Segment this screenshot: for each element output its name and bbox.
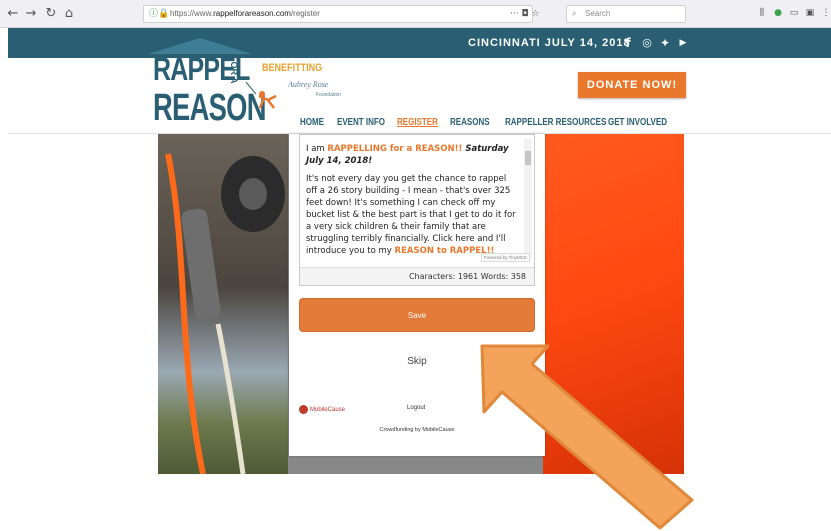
mobilecause-logo[interactable]: MobileCause (299, 404, 345, 416)
intro-text: I am (306, 144, 328, 154)
url-prefix: https://www. (170, 9, 214, 18)
facebook-icon[interactable]: f (621, 36, 635, 50)
instagram-icon[interactable]: ◎ (640, 36, 654, 50)
partner-logo: Aubrey Rose (288, 80, 329, 89)
home-icon[interactable]: ⌂ (60, 5, 78, 23)
donate-button[interactable]: DONATE NOW! (578, 72, 686, 98)
menu-icon[interactable]: ⋮ (820, 6, 831, 20)
search-icon: ⌕ (572, 9, 577, 18)
event-bar: CINCINNATI JULY 14, 2018 f ◎ ✦ ▶ (8, 28, 831, 58)
back-icon[interactable]: ← (4, 5, 22, 23)
mobilecause-logo-text: MobileCause (310, 407, 346, 413)
url-domain: rappelforareason.com (213, 9, 291, 18)
nav-get-involved[interactable]: GET INVOLVED (608, 115, 667, 131)
library-icon[interactable]: ⫼ (756, 6, 768, 20)
page-actions: ··· ◘ ☆ (510, 5, 540, 23)
reader-icon[interactable]: ▣ (804, 6, 816, 20)
pointer-arrow-icon (480, 344, 694, 530)
reload-icon[interactable]: ↻ (42, 5, 60, 23)
logout-link[interactable]: Logout (407, 405, 425, 411)
nav-home[interactable]: HOME (300, 115, 324, 131)
editor-scroll-thumb[interactable] (525, 151, 531, 165)
reason-editor[interactable]: I am RAPPELLING for a REASON!! Saturday … (299, 134, 535, 286)
logo-fora: FOR A (229, 56, 239, 84)
event-date: CINCINNATI JULY 14, 2018 (468, 37, 631, 49)
pocket-icon[interactable]: ◘ (521, 9, 528, 19)
intro-highlight: RAPPELLING for a REASON!! (327, 144, 463, 154)
address-bar[interactable]: ⓘ🔒 https://www.rappelforareason.com/regi… (143, 5, 533, 23)
partner-logo-sub: Foundation (316, 92, 342, 98)
save-button[interactable]: Save (299, 298, 535, 332)
nav-event-info[interactable]: EVENT INFO (337, 115, 385, 131)
youtube-icon[interactable]: ▶ (676, 36, 690, 50)
lock-icon: ⓘ🔒 (149, 9, 170, 19)
reason-link[interactable]: REASON to RAPPEL!! (395, 246, 495, 256)
forward-icon[interactable]: → (22, 5, 40, 23)
nav-reasons[interactable]: REASONS (450, 115, 490, 131)
body-text: It's not every day you get the chance to… (306, 174, 516, 256)
sidebar-icon[interactable]: ▭ (788, 6, 800, 20)
editor-statusbar: Characters: 1961 Words: 358 (300, 267, 534, 285)
search-placeholder: Search (585, 9, 611, 18)
nav-register[interactable]: REGISTER (397, 115, 438, 131)
powered-by-label: Powered by TinyMCE (480, 253, 530, 262)
browser-toolbar: ← → ↻ ⌂ ⓘ🔒 https://www.rappelforareason.… (0, 0, 831, 28)
extension-icon[interactable]: ● (772, 6, 784, 20)
twitter-icon[interactable]: ✦ (658, 36, 672, 50)
climber-icon (245, 82, 277, 109)
bookmark-star-icon[interactable]: ☆ (531, 9, 539, 19)
editor-content[interactable]: I am RAPPELLING for a REASON!! Saturday … (306, 143, 518, 257)
url-path: /register (290, 9, 320, 18)
nav-rappeller-resources[interactable]: RAPPELLER RESOURCES (505, 115, 606, 131)
search-input[interactable]: ⌕ Search (566, 5, 686, 23)
mobilecause-icon (299, 404, 308, 414)
rope-graphic (165, 153, 285, 474)
page-actions-icon[interactable]: ··· (510, 9, 519, 19)
benefitting-label: BENEFITTING (262, 62, 323, 74)
